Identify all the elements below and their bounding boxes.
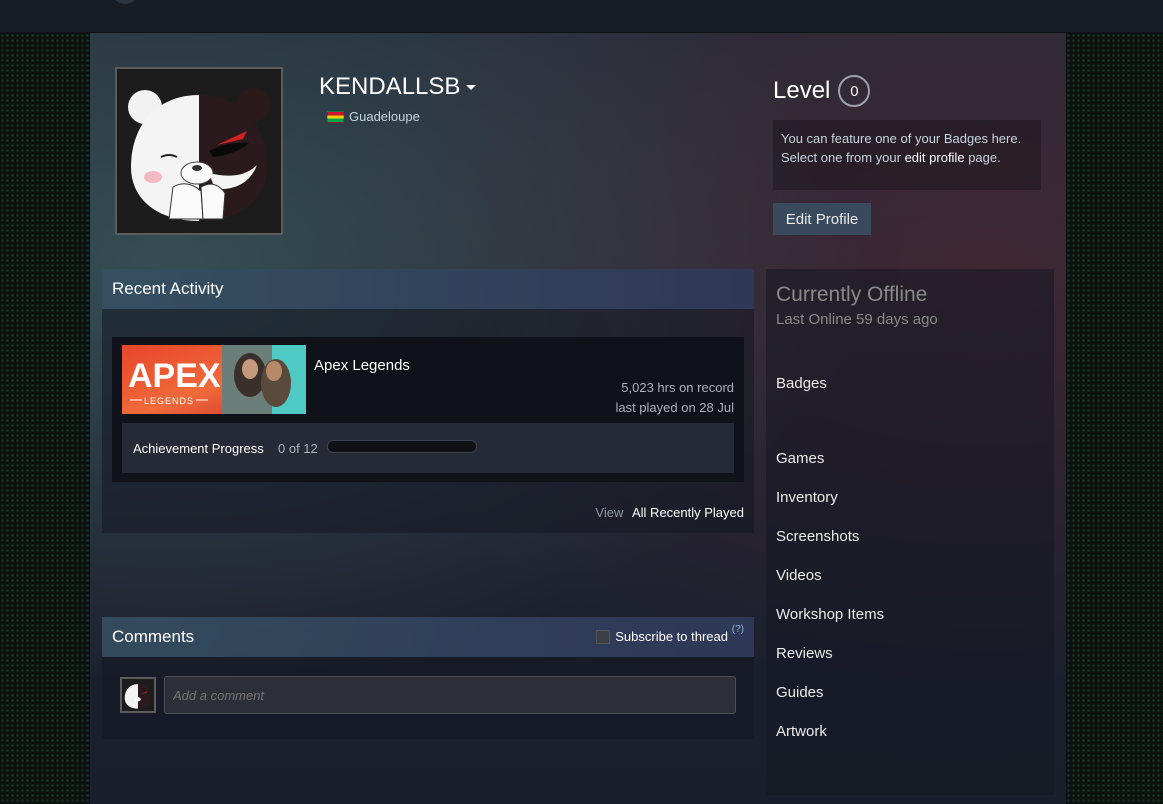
badge-text-line2: Select one from your edit profile page.	[781, 148, 1033, 167]
help-icon[interactable]: (?)	[732, 610, 744, 650]
flag-icon	[327, 110, 344, 123]
sidebar-link-screenshots[interactable]: Screenshots	[776, 528, 859, 545]
location-text: Guadeloupe	[349, 109, 420, 124]
comment-entry-row	[112, 671, 744, 721]
badge-text-line1: You can feature one of your Badges here.	[781, 131, 1022, 146]
recent-activity-title: Recent Activity	[102, 269, 754, 309]
commenter-avatar	[120, 677, 156, 713]
online-status: Currently Offline	[776, 283, 928, 306]
profile-page: KENDALLSB Guadeloupe Level 0 You can fea…	[90, 33, 1066, 804]
bear-avatar-small-icon	[122, 679, 154, 711]
badge-text-post: page.	[968, 150, 1001, 165]
level-label: Level	[773, 77, 831, 104]
game-hours: 5,023 hrs on record	[621, 380, 734, 395]
sidebar-link-badges[interactable]: Badges	[776, 375, 827, 392]
view-label: View	[595, 505, 624, 520]
caret-down-icon[interactable]	[466, 85, 477, 91]
game-capsule-image[interactable]: APEX LEGENDS	[122, 345, 306, 414]
comments-panel: Comments Subscribe to thread (?)	[102, 617, 754, 739]
apex-logo-text: APEX	[128, 357, 221, 395]
game-last-played: last played on 28 Jul	[615, 400, 734, 415]
comments-header: Comments Subscribe to thread (?)	[102, 617, 754, 657]
profile-location: Guadeloupe	[327, 109, 420, 124]
game-stats: 5,023 hrs on record last played on 28 Ju…	[615, 378, 734, 418]
sidebar-link-inventory[interactable]: Inventory	[776, 489, 838, 506]
comment-input[interactable]	[164, 676, 736, 714]
sidebar-link-videos[interactable]: Videos	[776, 567, 822, 584]
achievement-count: 0 of 12	[278, 441, 318, 456]
sidebar-link-artwork[interactable]: Artwork	[776, 723, 827, 740]
achievement-label: Achievement Progress	[133, 441, 264, 456]
bear-avatar-icon	[117, 69, 281, 233]
game-name-link[interactable]: Apex Legends	[314, 357, 410, 374]
achievement-progress-row[interactable]: Achievement Progress 0 of 12	[122, 423, 734, 473]
steam-logo-icon[interactable]	[112, 0, 138, 4]
subscribe-thread[interactable]: Subscribe to thread	[596, 617, 728, 657]
top-navbar	[0, 0, 1163, 33]
background-pattern-left	[0, 33, 90, 804]
recent-activity-panel: Recent Activity APEX LEGENDS Apex Legend…	[102, 269, 754, 533]
badge-text-pre: Select one from your	[781, 150, 901, 165]
game-card: APEX LEGENDS Apex Legends 5,023 hrs on r…	[112, 337, 744, 482]
sidebar-link-reviews[interactable]: Reviews	[776, 645, 833, 662]
comments-title: Comments	[112, 627, 195, 646]
sidebar-link-guides[interactable]: Guides	[776, 684, 824, 701]
edit-profile-link[interactable]: edit profile	[905, 150, 965, 165]
level-badge[interactable]: 0	[838, 75, 871, 107]
legends-logo-text: LEGENDS	[144, 396, 194, 406]
achievement-progress-bar	[327, 440, 477, 453]
profile-avatar[interactable]	[115, 67, 283, 235]
last-online: Last Online 59 days ago	[776, 311, 938, 328]
featured-badge-box: You can feature one of your Badges here.…	[773, 120, 1041, 190]
sidebar-link-games[interactable]: Games	[776, 450, 824, 467]
profile-sidebar: Currently Offline Last Online 59 days ag…	[766, 269, 1054, 795]
persona-name-text: KENDALLSB	[319, 73, 461, 100]
background-pattern-right	[1066, 33, 1163, 804]
view-all-recently-played: View All Recently Played	[595, 505, 744, 520]
sidebar-link-workshop-items[interactable]: Workshop Items	[776, 606, 884, 623]
persona-name[interactable]: KENDALLSB	[319, 73, 477, 101]
subscribe-checkbox[interactable]	[596, 630, 611, 644]
edit-profile-button[interactable]: Edit Profile	[773, 203, 871, 235]
subscribe-label: Subscribe to thread	[615, 629, 728, 644]
apex-legends-capsule-icon: APEX LEGENDS	[122, 345, 306, 414]
profile-level: Level 0	[773, 75, 871, 107]
all-recently-played-link[interactable]: All Recently Played	[632, 505, 744, 520]
